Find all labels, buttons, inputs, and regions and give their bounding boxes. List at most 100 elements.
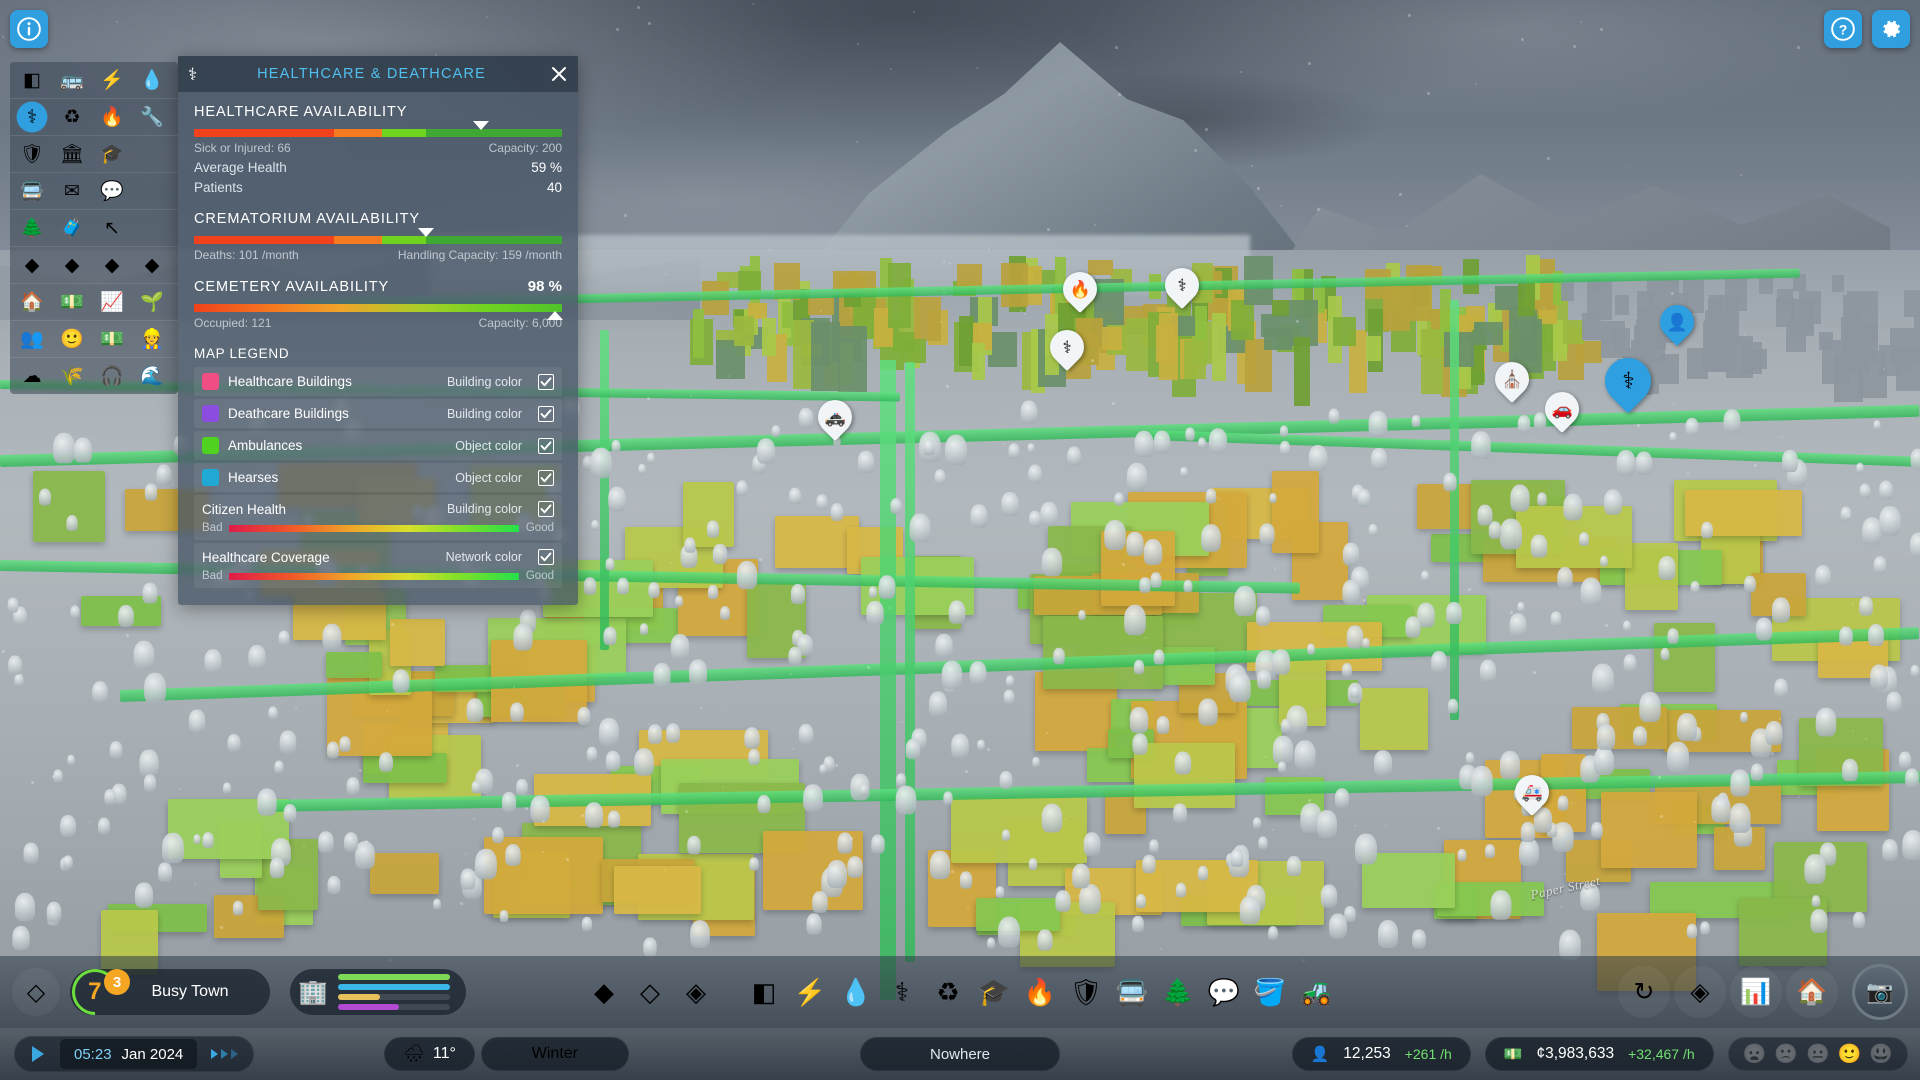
mood-happy[interactable]: 🙂 (1838, 1045, 1862, 1064)
tool-roads[interactable]: ◧ (741, 967, 787, 1017)
happiness-chip[interactable]: 😦 🙁 😐 🙂 😃 (1728, 1037, 1908, 1071)
sidebar-item-statistics[interactable]: 📈 (92, 286, 132, 318)
sidebar-item-industrial-zone[interactable]: ◆ (132, 249, 172, 281)
green-bus-icon: 🚍 (1116, 977, 1148, 1008)
season-chip[interactable]: Winter (481, 1037, 629, 1071)
sidebar-item-water-and-sewage[interactable]: 💧 (132, 64, 172, 96)
sidebar-item-water-pollution[interactable]: 🌊 (132, 360, 172, 392)
mood-neutral[interactable]: 😐 (1806, 1045, 1830, 1064)
sidebar-item-telecom[interactable]: 💬 (92, 175, 132, 207)
sidebar-item-maintenance[interactable]: 🔧 (132, 101, 172, 133)
help-button[interactable]: ? (1824, 10, 1862, 48)
sidebar-item-fire-and-rescue[interactable]: 🔥 (92, 101, 132, 133)
sidebar-item-public-transport[interactable]: 🚍 (12, 175, 52, 207)
legend-main: Healthcare BuildingsBuilding color (202, 373, 554, 390)
sidebar-item-commercial-zone[interactable]: ◆ (92, 249, 132, 281)
tool-water-and-sewage[interactable]: 💧 (833, 967, 879, 1017)
mood-very-unhappy[interactable]: 😦 (1743, 1045, 1767, 1064)
sidebar-item-post-service[interactable]: ✉ (52, 175, 92, 207)
tool-city-info[interactable]: 🏠 (1786, 966, 1838, 1018)
sidebar-item-electricity[interactable]: ⚡ (92, 64, 132, 96)
sidebar-item-residential-zone[interactable]: ◆ (12, 249, 52, 281)
tool-electricity[interactable]: ⚡ (787, 967, 833, 1017)
sidebar-item-healthcare-and-deathcare[interactable]: ⚕ (12, 101, 52, 133)
tool-parks-and-recreation[interactable]: 🌲 (1155, 967, 1201, 1017)
legend-checkbox[interactable] (538, 470, 554, 486)
tool-education[interactable]: 🎓 (971, 967, 1017, 1017)
tool-map-tiles[interactable]: ◈ (1674, 966, 1726, 1018)
legend-checkbox[interactable] (538, 438, 554, 454)
pin-glyph: 🔥 (1069, 281, 1090, 298)
legend-checkbox[interactable] (538, 501, 554, 517)
legend-row[interactable]: AmbulancesObject color (194, 431, 562, 460)
sidebar-item-administration[interactable]: 🏛 (52, 138, 92, 170)
tool-statistics[interactable]: 📊 (1730, 966, 1782, 1018)
sidebar-item-routes[interactable]: ↖ (92, 212, 132, 244)
sidebar-item-ground-pollution[interactable]: 🌾 (52, 360, 92, 392)
weather-chip[interactable]: 🌧 11° (384, 1037, 475, 1071)
sidebar-item-noise-pollution[interactable]: 🎧 (92, 360, 132, 392)
sidebar-item-natural-resources[interactable]: 🌱 (132, 286, 172, 318)
section-title-row: HEALTHCARE AVAILABILITY (194, 104, 562, 120)
sidebar-item-police[interactable]: 🛡 (12, 138, 52, 170)
tool-police[interactable]: 🛡 (1063, 967, 1109, 1017)
tool-transportation[interactable]: 🚍 (1109, 967, 1155, 1017)
population-chip[interactable]: 👤 12,253 +261 /h (1292, 1037, 1471, 1071)
progression-icon: ↻ (1634, 977, 1655, 1007)
demand-chip[interactable]: 🏢 (290, 969, 466, 1015)
sidebar-item-workplaces[interactable]: 👷 (132, 323, 172, 355)
sidebar-item-land-value[interactable]: 🏠 (12, 286, 52, 318)
sidebar-item-parks-and-recreation[interactable]: 🌲 (12, 212, 52, 244)
mood-very-happy[interactable]: 😃 (1869, 1045, 1893, 1064)
tool-landscaping[interactable]: 🪣 (1247, 967, 1293, 1017)
legend-checkbox[interactable] (538, 406, 554, 422)
help-icon: ? (1830, 16, 1856, 42)
zone-tool-button[interactable]: ◇ (12, 968, 60, 1016)
mood-unhappy[interactable]: 🙁 (1774, 1045, 1798, 1064)
tool-healthcare[interactable]: ⚕ (879, 967, 925, 1017)
tool-progression[interactable]: ↻ (1618, 966, 1670, 1018)
sidebar-item-roads[interactable]: ◧ (12, 64, 52, 96)
stat-row: Average Health59 % (194, 160, 562, 175)
fast-forward-button[interactable] (200, 1048, 249, 1060)
clock-chip[interactable]: 05:23 Jan 2024 (60, 1039, 197, 1069)
sidebar-item-office-zone[interactable]: ◆ (52, 249, 92, 281)
sidebar-item-taxation[interactable]: 💵 (52, 286, 92, 318)
legend-checkbox[interactable] (538, 374, 554, 390)
tool-areas[interactable]: ◇ (627, 967, 673, 1017)
population-value: 12,253 (1343, 1045, 1390, 1063)
sidebar-item-pollution[interactable]: ☁ (12, 360, 52, 392)
location-chip[interactable]: Nowhere (860, 1037, 1060, 1071)
bar-right-label: Capacity: 200 (489, 141, 562, 155)
tool-garbage[interactable]: ♻ (925, 967, 971, 1017)
zone-industrial-icon: ◆ (145, 256, 160, 275)
legend-kind: Building color (447, 407, 522, 421)
tool-zones[interactable]: ◆ (581, 967, 627, 1017)
legend-row[interactable]: Healthcare CoverageNetwork colorBadGood (194, 543, 562, 588)
money-chip[interactable]: 💵 ¢3,983,633 +32,467 /h (1485, 1037, 1714, 1071)
play-pause-button[interactable] (19, 1039, 57, 1069)
info-button[interactable] (10, 10, 48, 48)
legend-row[interactable]: Healthcare BuildingsBuilding color (194, 367, 562, 396)
tool-signature-buildings[interactable]: ◈ (673, 967, 719, 1017)
tool-communications[interactable]: 💬 (1201, 967, 1247, 1017)
tool-photo-mode[interactable]: 📷 (1852, 964, 1908, 1020)
sidebar-item-budget[interactable]: 💵 (92, 323, 132, 355)
sidebar-item-population[interactable]: 👥 (12, 323, 52, 355)
legend-row[interactable]: Deathcare BuildingsBuilding color (194, 399, 562, 428)
sidebar-item-garbage-management[interactable]: ♻ (52, 101, 92, 133)
city-level-chip[interactable]: 7 3 Busy Town (70, 969, 270, 1015)
legend-row[interactable]: HearsesObject color (194, 463, 562, 492)
tool-fire-and-rescue[interactable]: 🔥 (1017, 967, 1063, 1017)
legend-row[interactable]: Citizen HealthBuilding colorBadGood (194, 495, 562, 540)
tool-bulldoze[interactable]: 🚜 (1293, 967, 1339, 1017)
legend-checkbox[interactable] (538, 549, 554, 565)
settings-button[interactable] (1872, 10, 1910, 48)
sidebar-item-transportation[interactable]: 🚌 (52, 64, 92, 96)
close-button[interactable] (546, 61, 572, 87)
worker-icon: 👷 (140, 330, 164, 349)
sidebar-item-education[interactable]: 🎓 (92, 138, 132, 170)
bar-chart-icon: 📊 (1740, 978, 1771, 1007)
sidebar-item-happiness[interactable]: 🙂 (52, 323, 92, 355)
sidebar-item-tourism[interactable]: 🧳 (52, 212, 92, 244)
